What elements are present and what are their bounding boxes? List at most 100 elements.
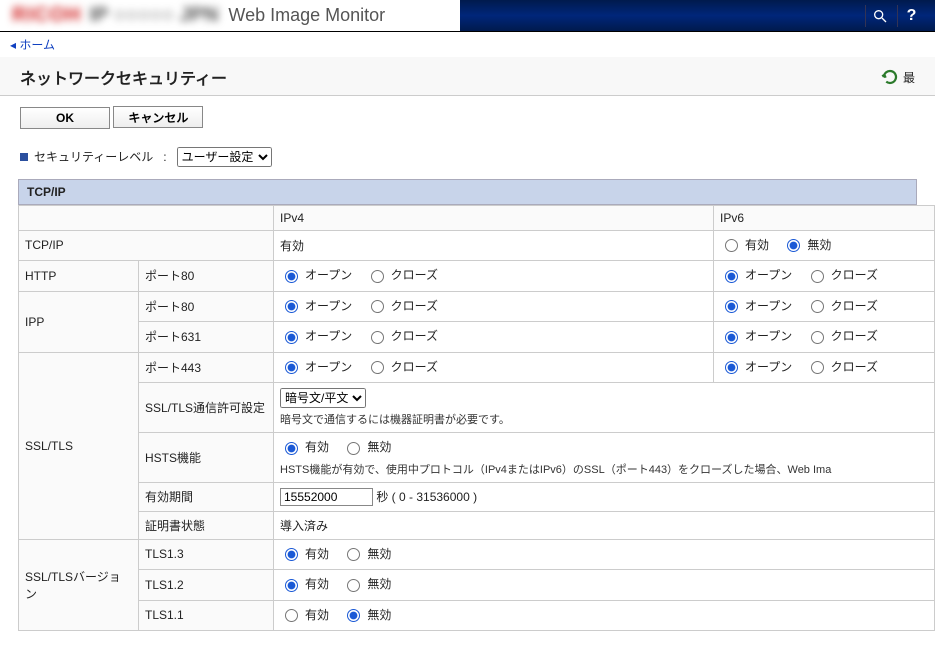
bullet-icon (20, 153, 28, 161)
refresh-label: 最 (903, 69, 915, 86)
row-hsts-label: HSTS機能 (139, 433, 274, 483)
ipp80-ipv4-close[interactable]: クローズ (366, 297, 438, 314)
model-text: IP ○○○○○ JPN (89, 4, 218, 27)
search-icon[interactable] (865, 5, 893, 27)
row-ssltls-label: SSL/TLS (19, 352, 139, 539)
tcpip-ipv6-enable[interactable]: 有効 (720, 236, 769, 253)
top-icons: ? (865, 5, 925, 27)
ipp80-ipv4-open[interactable]: オープン (280, 297, 352, 314)
row-validity-label: 有効期間 (139, 482, 274, 511)
row-tcpip: TCP/IP 有効 有効 無効 (19, 230, 935, 261)
ipp631-ipv6-close[interactable]: クローズ (806, 327, 878, 344)
security-level-select[interactable]: ユーザー設定 (177, 147, 272, 167)
row-ver-label: SSL/TLSバージョン (19, 539, 139, 631)
app-title: Web Image Monitor (228, 5, 385, 26)
row-ipp-label: IPP (19, 291, 139, 352)
row-cert-label: 証明書状態 (139, 511, 274, 539)
ssl-permit-select[interactable]: 暗号文/平文 (280, 388, 366, 408)
page-title: ネットワークセキュリティー (20, 65, 881, 89)
button-row: OK キャンセル (0, 96, 935, 139)
ssl443-ipv4-close[interactable]: クローズ (366, 358, 438, 375)
row-ssl443-ipv6: オープン クローズ (714, 352, 935, 383)
row-hsts: HSTS機能 有効 無効 HSTS機能が有効で、使用中プロトコル（IPv4または… (19, 433, 935, 483)
row-tls13-val: 有効 無効 (274, 539, 935, 570)
tls12-disable[interactable]: 無効 (342, 575, 391, 592)
row-http-label: HTTP (19, 261, 139, 292)
ipp80-ipv6-close[interactable]: クローズ (806, 297, 878, 314)
validity-unit: 秒 ( 0 - 31536000 ) (376, 490, 477, 504)
section-header-tcpip: TCP/IP (18, 179, 917, 205)
home-link[interactable]: ◂ ホーム (10, 38, 55, 52)
row-ipp-port80: ポート80 (139, 291, 274, 322)
ssl443-ipv6-open[interactable]: オープン (720, 358, 792, 375)
ssl-permit-hint: 暗号文で通信するには機器証明書が必要です。 (280, 411, 928, 427)
row-hsts-val: 有効 無効 HSTS機能が有効で、使用中プロトコル（IPv4またはIPv6）のS… (274, 433, 935, 483)
row-cert: 証明書状態 導入済み (19, 511, 935, 539)
row-ssl443-ipv4: オープン クローズ (274, 352, 714, 383)
top-bar-left: RICOH IP ○○○○○ JPN Web Image Monitor (0, 0, 460, 31)
row-http: HTTP ポート80 オープン クローズ オープン クローズ (19, 261, 935, 292)
ssl443-ipv4-open[interactable]: オープン (280, 358, 352, 375)
ipp631-ipv6-open[interactable]: オープン (720, 327, 792, 344)
breadcrumb: ◂ ホーム (0, 32, 935, 57)
cancel-button[interactable]: キャンセル (113, 106, 203, 128)
row-tls11-label: TLS1.1 (139, 600, 274, 631)
title-row: ネットワークセキュリティー 最 (0, 57, 935, 96)
hsts-disable[interactable]: 無効 (342, 438, 391, 455)
hsts-hint: HSTS機能が有効で、使用中プロトコル（IPv4またはIPv6）のSSL（ポート… (280, 461, 928, 477)
tls11-enable[interactable]: 有効 (280, 606, 329, 623)
help-icon[interactable]: ? (897, 5, 925, 27)
http-ipv6-close[interactable]: クローズ (806, 266, 878, 283)
row-tls12: TLS1.2 有効 無効 (19, 570, 935, 601)
http-ipv6-open[interactable]: オープン (720, 266, 792, 283)
row-tls13-label: TLS1.3 (139, 539, 274, 570)
row-http-ipv6: オープン クローズ (714, 261, 935, 292)
col-ipv6: IPv6 (714, 205, 935, 230)
row-ipp80-ipv4: オープン クローズ (274, 291, 714, 322)
row-http-port: ポート80 (139, 261, 274, 292)
ipp631-ipv4-close[interactable]: クローズ (366, 327, 438, 344)
row-tls13: SSL/TLSバージョン TLS1.3 有効 無効 (19, 539, 935, 570)
row-ipp-port631: ポート631 (139, 322, 274, 353)
tls13-disable[interactable]: 無効 (342, 545, 391, 562)
row-ssl-permit: SSL/TLS通信許可設定 暗号文/平文 暗号文で通信するには機器証明書が必要で… (19, 383, 935, 433)
row-ssl-443: SSL/TLS ポート443 オープン クローズ オープン クローズ (19, 352, 935, 383)
row-cert-value: 導入済み (274, 511, 935, 539)
tls12-enable[interactable]: 有効 (280, 575, 329, 592)
config-table: IPv4 IPv6 TCP/IP 有効 有効 無効 HTTP ポート80 オープ… (18, 205, 935, 632)
top-bar: RICOH IP ○○○○○ JPN Web Image Monitor ? (0, 0, 935, 32)
colon: : (163, 150, 166, 164)
http-ipv4-close[interactable]: クローズ (366, 266, 438, 283)
row-ssl-permit-val: 暗号文/平文 暗号文で通信するには機器証明書が必要です。 (274, 383, 935, 433)
ssl443-ipv6-close[interactable]: クローズ (806, 358, 878, 375)
refresh-icon[interactable] (881, 68, 899, 86)
row-tls12-val: 有効 無効 (274, 570, 935, 601)
row-ipp-631: ポート631 オープン クローズ オープン クローズ (19, 322, 935, 353)
row-ipp80-ipv6: オープン クローズ (714, 291, 935, 322)
tls13-enable[interactable]: 有効 (280, 545, 329, 562)
ok-button[interactable]: OK (20, 107, 110, 129)
row-tls11-val: 有効 無効 (274, 600, 935, 631)
ipp80-ipv6-open[interactable]: オープン (720, 297, 792, 314)
row-validity: 有効期間 秒 ( 0 - 31536000 ) (19, 482, 935, 511)
security-level-row: セキュリティーレベル : ユーザー設定 (0, 139, 935, 175)
validity-input[interactable] (280, 488, 373, 506)
ipp631-ipv4-open[interactable]: オープン (280, 327, 352, 344)
tcpip-ipv6-disable[interactable]: 無効 (782, 236, 831, 253)
tls11-disable[interactable]: 無効 (342, 606, 391, 623)
row-ipp631-ipv4: オープン クローズ (274, 322, 714, 353)
row-tcpip-ipv6: 有効 無効 (714, 230, 935, 261)
http-ipv4-open[interactable]: オープン (280, 266, 352, 283)
row-tcpip-label: TCP/IP (19, 230, 274, 261)
col-ipv4: IPv4 (274, 205, 714, 230)
row-validity-val: 秒 ( 0 - 31536000 ) (274, 482, 935, 511)
table-corner (19, 205, 274, 230)
row-ssl-permit-label: SSL/TLS通信許可設定 (139, 383, 274, 433)
security-level-label: セキュリティーレベル (34, 148, 153, 165)
row-tls11: TLS1.1 有効 無効 (19, 600, 935, 631)
row-ipp631-ipv6: オープン クローズ (714, 322, 935, 353)
row-tcpip-ipv4: 有効 (274, 230, 714, 261)
row-tls12-label: TLS1.2 (139, 570, 274, 601)
hsts-enable[interactable]: 有効 (280, 438, 329, 455)
row-http-ipv4: オープン クローズ (274, 261, 714, 292)
